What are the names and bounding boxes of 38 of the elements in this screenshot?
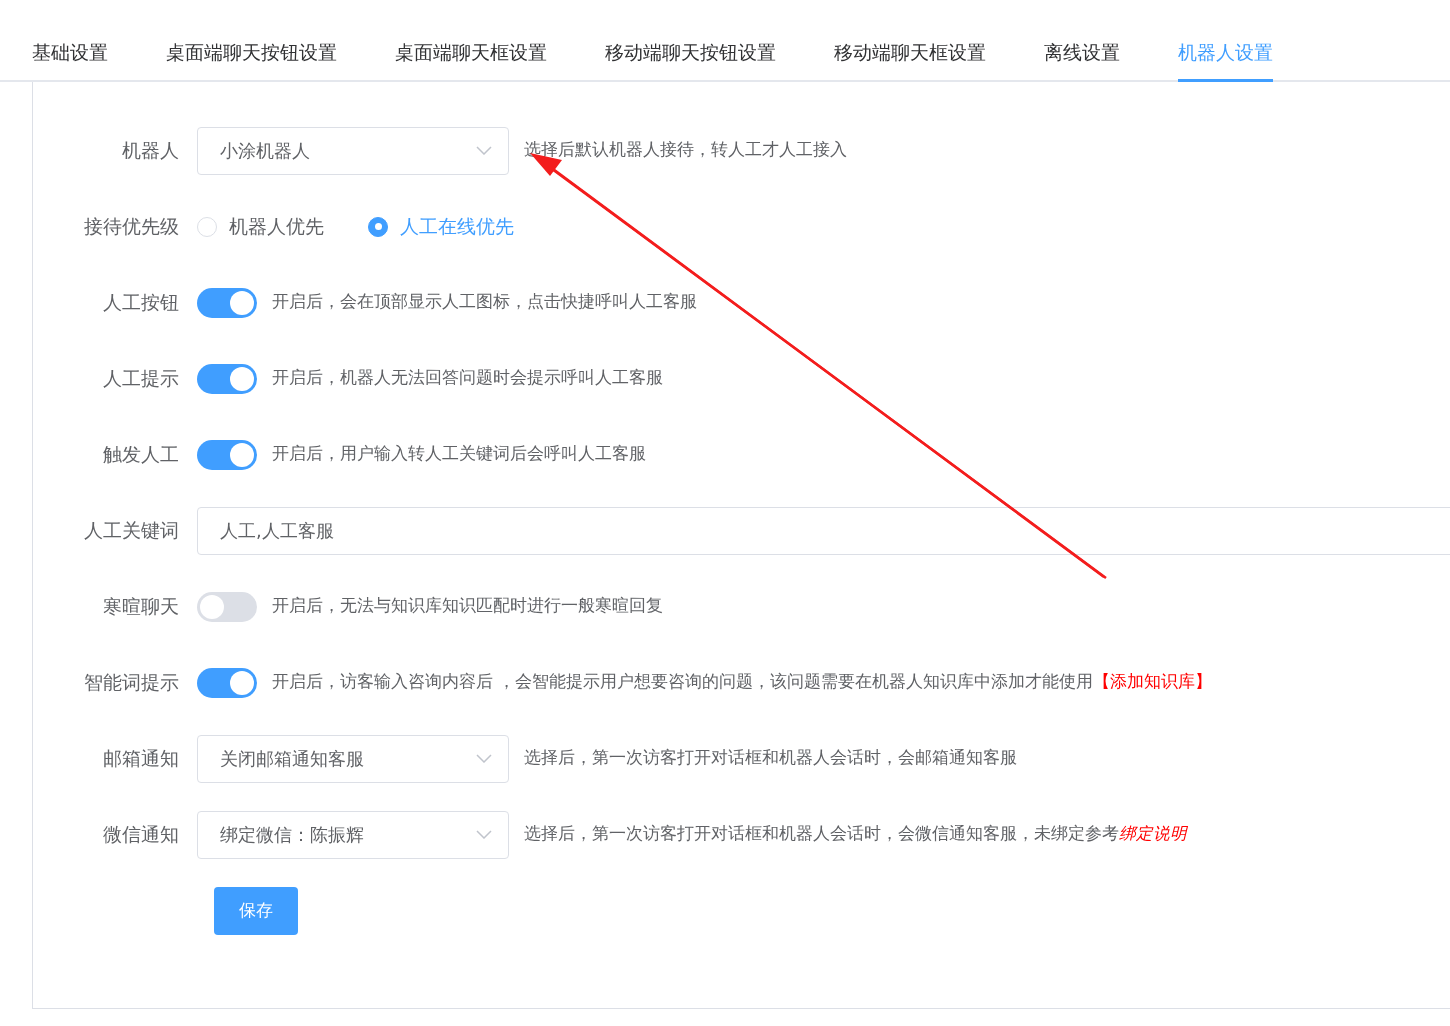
field-label: 触发人工 (102, 442, 180, 468)
text-field[interactable]: 人工,人工客服 (197, 506, 1450, 555)
help-link[interactable]: 【添加知识库】 (1093, 672, 1213, 692)
field-label: 人工按钮 (102, 290, 180, 316)
toggle-switch[interactable] (197, 439, 257, 470)
field-label: 机器人 (121, 138, 180, 164)
tab[interactable]: 桌面端聊天按钮设置 (166, 32, 337, 82)
toggle-switch[interactable] (197, 363, 257, 394)
toggle-switch[interactable] (197, 287, 257, 318)
field-label: 寒暄聊天 (102, 594, 180, 620)
hint-text: 开启后，用户输入转人工关键词后会呼叫人工客服 (272, 443, 646, 466)
radio-option[interactable]: 机器人优先 (197, 212, 324, 241)
toggle-switch[interactable] (197, 667, 257, 698)
hint-text: 开启后，无法与知识库知识匹配时进行一般寒暄回复 (272, 595, 663, 618)
field-label: 人工提示 (102, 366, 180, 392)
chevron-down-icon (476, 830, 492, 839)
chevron-down-icon (476, 754, 492, 763)
help-link[interactable]: 绑定说明 (1119, 824, 1187, 844)
hint-text: 开启后，会在顶部显示人工图标，点击快捷呼叫人工客服 (272, 291, 697, 314)
field-label: 接待优先级 (83, 214, 180, 240)
tab[interactable]: 桌面端聊天框设置 (395, 32, 547, 82)
hint-text: 开启后，机器人无法回答问题时会提示呼叫人工客服 (272, 367, 663, 390)
hint-text: 开启后，访客输入咨询内容后 ，会智能提示用户想要咨询的问题，该问题需要在机器人知识库中添加才能使用【添加知识库】 (272, 671, 1213, 694)
toggle-switch[interactable] (197, 591, 257, 622)
select-field[interactable]: 小涂机器人 (197, 126, 509, 175)
select-field[interactable]: 关闭邮箱通知客服 (197, 734, 509, 783)
chevron-down-icon (476, 146, 492, 155)
hint-text: 选择后，第一次访客打开对话框和机器人会话时，会邮箱通知客服 (524, 747, 1017, 770)
tab[interactable]: 移动端聊天框设置 (834, 32, 986, 82)
field-label: 微信通知 (102, 822, 180, 848)
field-label: 智能词提示 (83, 670, 180, 696)
tab[interactable]: 移动端聊天按钮设置 (605, 32, 776, 82)
field-label: 邮箱通知 (102, 746, 180, 772)
hint-text: 选择后，第一次访客打开对话框和机器人会话时，会微信通知客服，未绑定参考绑定说明 (524, 823, 1187, 846)
field-label: 人工关键词 (83, 518, 180, 544)
select-field[interactable]: 绑定微信：陈振辉 (197, 810, 509, 859)
tab[interactable]: 基础设置 (32, 32, 108, 82)
tab[interactable]: 离线设置 (1044, 32, 1120, 82)
